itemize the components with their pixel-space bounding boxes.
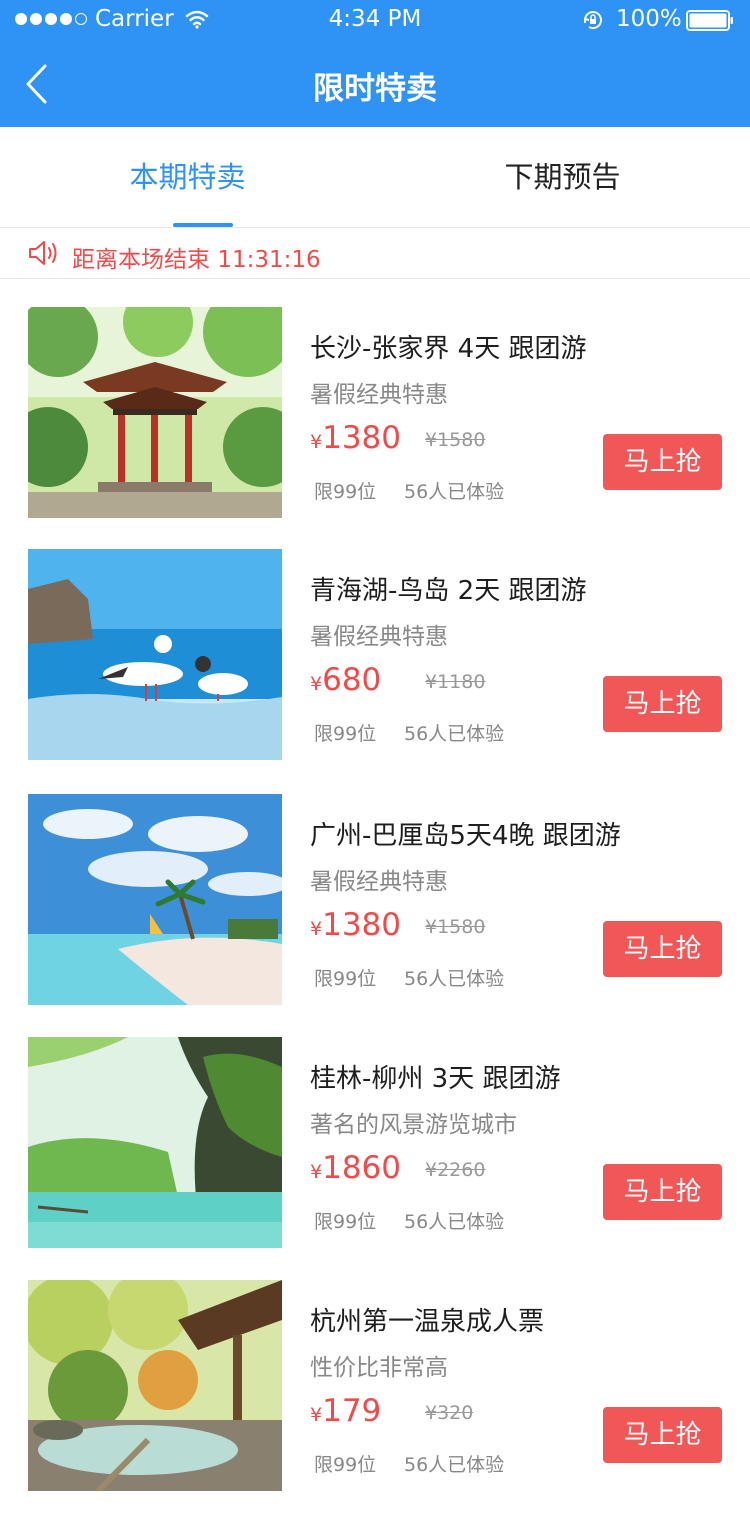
buy-now-button[interactable]: 马上抢 bbox=[603, 1407, 722, 1463]
tab-bar: 本期特卖 下期预告 bbox=[0, 127, 750, 228]
item-subtitle: 性价比非常高 bbox=[310, 1355, 448, 1381]
item-original-price: ¥320 bbox=[425, 1402, 474, 1424]
item-price: ¥1860 bbox=[310, 1150, 401, 1186]
countdown-time: 11:31:16 bbox=[217, 247, 321, 273]
battery-percent: 100% bbox=[616, 6, 682, 32]
item-price: ¥1380 bbox=[310, 907, 401, 943]
currency-symbol: ¥ bbox=[310, 673, 323, 695]
buy-now-button[interactable]: 马上抢 bbox=[603, 921, 722, 977]
item-original-price: ¥1580 bbox=[425, 429, 486, 451]
currency-symbol: ¥ bbox=[310, 1161, 323, 1183]
currency-symbol: ¥ bbox=[310, 431, 323, 453]
countdown-bar: 距离本场结束 11:31:16 bbox=[0, 228, 750, 279]
list-item[interactable]: 长沙-张家界 4天 跟团游 暑假经典特惠 ¥1380 ¥1580 限99位 56… bbox=[0, 278, 750, 518]
item-title: 桂林-柳州 3天 跟团游 bbox=[310, 1064, 561, 1094]
item-limit: 限99位 bbox=[314, 1211, 377, 1233]
buy-now-button[interactable]: 马上抢 bbox=[603, 434, 722, 490]
item-limit: 限99位 bbox=[314, 723, 377, 745]
item-experienced-count: 56人已体验 bbox=[404, 968, 505, 990]
item-price: ¥1380 bbox=[310, 420, 401, 456]
item-limit: 限99位 bbox=[314, 481, 377, 503]
list-item[interactable]: 杭州第一温泉成人票 性价比非常高 ¥179 ¥320 限99位 56人已体验 马… bbox=[0, 1251, 750, 1491]
tab-current-sale[interactable]: 本期特卖 bbox=[0, 127, 375, 227]
battery-icon bbox=[686, 10, 733, 31]
item-experienced-count: 56人已体验 bbox=[404, 1454, 505, 1476]
item-image-karst-river[interactable] bbox=[28, 1037, 282, 1248]
countdown-text: 距离本场结束 11:31:16 bbox=[72, 240, 321, 274]
item-price: ¥179 bbox=[310, 1393, 381, 1429]
currency-symbol: ¥ bbox=[310, 1404, 323, 1426]
item-experienced-count: 56人已体验 bbox=[404, 723, 505, 745]
countdown-label: 距离本场结束 bbox=[72, 247, 210, 273]
price-value: 179 bbox=[322, 1393, 382, 1429]
item-original-price: ¥1180 bbox=[425, 671, 486, 693]
item-subtitle: 暑假经典特惠 bbox=[310, 624, 448, 650]
price-value: 1380 bbox=[322, 420, 401, 456]
tab-active-indicator bbox=[173, 223, 233, 227]
price-value: 680 bbox=[322, 662, 382, 698]
item-image-hot-spring[interactable] bbox=[28, 1280, 282, 1491]
speaker-icon bbox=[29, 241, 57, 265]
item-limit: 限99位 bbox=[314, 1454, 377, 1476]
rotation-lock-icon bbox=[584, 11, 602, 30]
tab-next-preview[interactable]: 下期预告 bbox=[375, 127, 750, 227]
item-subtitle: 著名的风景游览城市 bbox=[310, 1112, 517, 1138]
item-subtitle: 暑假经典特惠 bbox=[310, 869, 448, 895]
item-original-price: ¥2260 bbox=[425, 1159, 486, 1181]
page-title: 限时特卖 bbox=[313, 71, 437, 107]
item-title: 长沙-张家界 4天 跟团游 bbox=[310, 334, 587, 364]
item-subtitle: 暑假经典特惠 bbox=[310, 382, 448, 408]
price-value: 1860 bbox=[322, 1150, 401, 1186]
item-experienced-count: 56人已体验 bbox=[404, 1211, 505, 1233]
status-bar: Carrier 4:34 PM 100% bbox=[0, 0, 750, 40]
item-title: 广州-巴厘岛5天4晚 跟团游 bbox=[310, 821, 621, 851]
buy-now-button[interactable]: 马上抢 bbox=[603, 1164, 722, 1220]
app-header: Carrier 4:34 PM 100% 限时特卖 bbox=[0, 0, 750, 127]
list-item[interactable]: 桂林-柳州 3天 跟团游 著名的风景游览城市 ¥1860 ¥2260 限99位 … bbox=[0, 1008, 750, 1248]
item-experienced-count: 56人已体验 bbox=[404, 481, 505, 503]
buy-now-button[interactable]: 马上抢 bbox=[603, 676, 722, 732]
item-title: 杭州第一温泉成人票 bbox=[310, 1307, 545, 1337]
item-image-beach[interactable] bbox=[28, 794, 282, 1005]
item-image-seagulls[interactable] bbox=[28, 549, 282, 760]
item-limit: 限99位 bbox=[314, 968, 377, 990]
currency-symbol: ¥ bbox=[310, 918, 323, 940]
list-item[interactable]: 青海湖-鸟岛 2天 跟团游 暑假经典特惠 ¥680 ¥1180 限99位 56人… bbox=[0, 520, 750, 760]
list-item[interactable]: 广州-巴厘岛5天4晚 跟团游 暑假经典特惠 ¥1380 ¥1580 限99位 5… bbox=[0, 765, 750, 1005]
price-value: 1380 bbox=[322, 907, 401, 943]
item-title: 青海湖-鸟岛 2天 跟团游 bbox=[310, 576, 587, 606]
item-price: ¥680 bbox=[310, 662, 381, 698]
item-original-price: ¥1580 bbox=[425, 916, 486, 938]
item-image-pavilion[interactable] bbox=[28, 307, 282, 518]
